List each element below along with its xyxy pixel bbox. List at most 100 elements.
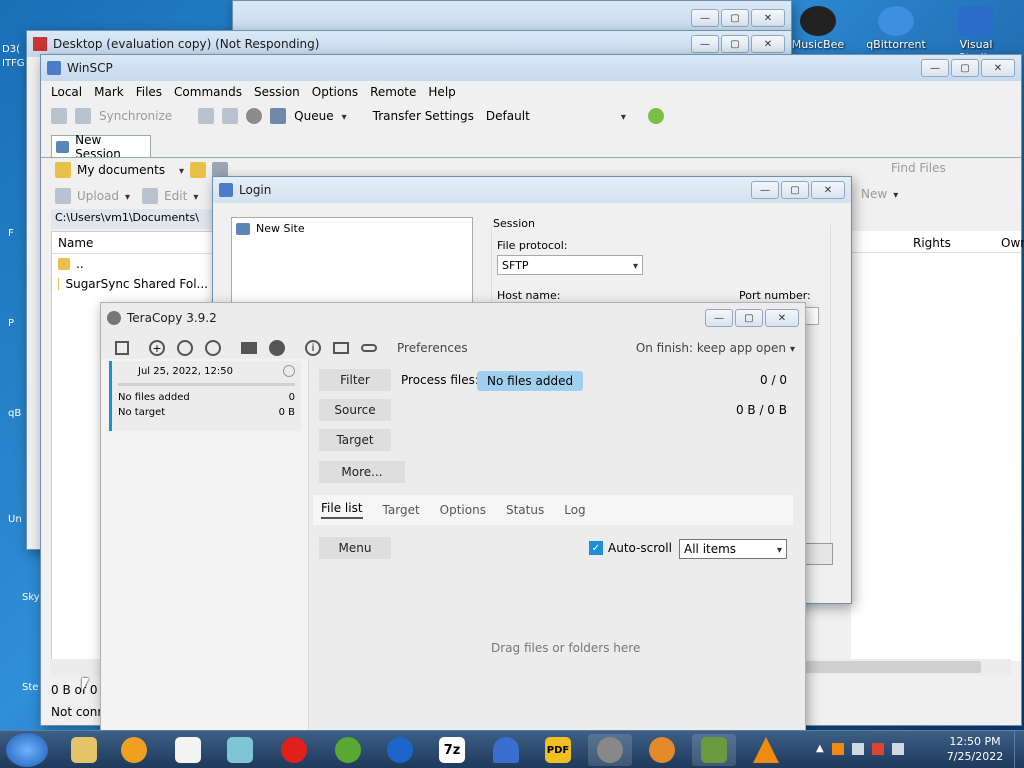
- print-icon[interactable]: [241, 342, 257, 354]
- column-owner-header[interactable]: Own: [1001, 236, 1024, 250]
- minimize-button[interactable]: —: [691, 9, 719, 27]
- globe-icon[interactable]: [647, 108, 664, 124]
- tab-options[interactable]: Options: [440, 503, 486, 517]
- sync-browse-icon[interactable]: [75, 108, 91, 124]
- taskbar-app12[interactable]: [640, 734, 684, 766]
- list-item[interactable]: SugarSync Shared Fol...: [52, 274, 214, 294]
- gear-icon[interactable]: [246, 108, 263, 124]
- compare-icon[interactable]: [51, 108, 67, 124]
- clock[interactable]: 12:50 PM 7/25/2022: [940, 734, 1010, 764]
- menu-help[interactable]: Help: [428, 85, 455, 99]
- close-button[interactable]: ✕: [811, 181, 845, 199]
- desktop-icon-qbittorrent[interactable]: qBittorrent: [864, 6, 928, 51]
- maximize-button[interactable]: ▢: [951, 59, 979, 77]
- local-location[interactable]: My documents: [77, 163, 173, 177]
- card-icon[interactable]: [333, 342, 349, 354]
- auto-scroll-checkbox[interactable]: ✓ Auto-scroll: [589, 541, 672, 555]
- upload-button[interactable]: Upload: [77, 189, 119, 203]
- user-icon[interactable]: [205, 340, 221, 356]
- minimize-button[interactable]: —: [691, 35, 719, 53]
- taskbar-app11[interactable]: [588, 734, 632, 766]
- tab-file-list[interactable]: File list: [321, 501, 363, 519]
- column-rights-header[interactable]: Rights: [913, 236, 951, 250]
- info-icon[interactable]: i: [305, 340, 321, 356]
- taskbar-7zip[interactable]: 7z: [430, 734, 474, 766]
- job-item[interactable]: Jul 25, 2022, 12:50 No files added 0 No …: [109, 361, 301, 431]
- history-icon[interactable]: [177, 340, 193, 356]
- desktop-icon-musicbee[interactable]: MusicBee: [786, 6, 850, 51]
- tab-target[interactable]: Target: [383, 503, 420, 517]
- menu-session[interactable]: Session: [254, 85, 300, 99]
- taskbar-notepad[interactable]: [166, 734, 210, 766]
- synchronize-button[interactable]: Synchronize: [99, 109, 172, 123]
- chevron-down-icon[interactable]: [342, 109, 347, 123]
- chevron-down-icon[interactable]: [125, 189, 130, 203]
- target-button[interactable]: Target: [319, 429, 391, 451]
- session-tab[interactable]: New Session: [51, 133, 151, 161]
- close-button[interactable]: ✕: [765, 309, 799, 327]
- on-finish-select[interactable]: On finish: keep app open: [636, 341, 795, 355]
- preferences-link[interactable]: Preferences: [397, 341, 468, 355]
- items-filter-select[interactable]: All items: [679, 539, 787, 559]
- close-button[interactable]: ✕: [751, 35, 785, 53]
- maximize-button[interactable]: ▢: [721, 35, 749, 53]
- minimize-button[interactable]: —: [705, 309, 733, 327]
- taskbar-explorer[interactable]: [62, 734, 106, 766]
- taskbar-app6[interactable]: [326, 734, 370, 766]
- stop-icon[interactable]: [283, 365, 295, 377]
- filter-button[interactable]: Filter: [319, 369, 391, 391]
- gear-icon[interactable]: [269, 340, 285, 356]
- console-icon[interactable]: [198, 108, 215, 124]
- site-tree[interactable]: New Site: [231, 217, 473, 307]
- chevron-up-icon[interactable]: ▲: [816, 743, 824, 755]
- maximize-button[interactable]: ▢: [781, 181, 809, 199]
- taskbar-app9[interactable]: [484, 734, 528, 766]
- teracopy-window[interactable]: TeraCopy 3.9.2 — ▢ ✕ + i Preferences On …: [100, 302, 806, 732]
- taskbar-opera[interactable]: [272, 734, 316, 766]
- menu-mark[interactable]: Mark: [94, 85, 124, 99]
- menu-options[interactable]: Options: [312, 85, 358, 99]
- more-button[interactable]: More...: [319, 461, 405, 483]
- new-button[interactable]: New: [861, 187, 887, 201]
- minimize-button[interactable]: —: [751, 181, 779, 199]
- taskbar-pdf[interactable]: PDF: [536, 734, 580, 766]
- volume-icon[interactable]: [891, 743, 904, 755]
- minimize-button[interactable]: —: [921, 59, 949, 77]
- taskbar-app7[interactable]: [378, 734, 422, 766]
- open-folder-icon[interactable]: [190, 162, 207, 178]
- taskbar-vlc[interactable]: [744, 734, 788, 766]
- flag-icon[interactable]: [871, 743, 884, 755]
- chevron-down-icon[interactable]: [893, 187, 898, 201]
- tab-log[interactable]: Log: [564, 503, 585, 517]
- find-files-button[interactable]: Find Files: [891, 161, 946, 175]
- taskbar-app13[interactable]: [692, 734, 736, 766]
- menu-local[interactable]: Local: [51, 85, 82, 99]
- list-item[interactable]: ..: [52, 254, 214, 274]
- menu-commands[interactable]: Commands: [174, 85, 242, 99]
- remote-file-list[interactable]: Rights Own: [851, 231, 1024, 661]
- source-button[interactable]: Source: [319, 399, 391, 421]
- close-button[interactable]: ✕: [981, 59, 1015, 77]
- file-protocol-select[interactable]: SFTP: [497, 255, 643, 275]
- menu-button[interactable]: Menu: [319, 537, 391, 559]
- key-icon[interactable]: [361, 344, 377, 352]
- transfer-settings-select[interactable]: Default: [482, 106, 630, 126]
- close-button[interactable]: ✕: [751, 9, 785, 27]
- menu-remote[interactable]: Remote: [370, 85, 416, 99]
- network-icon[interactable]: [851, 743, 864, 755]
- tab-status[interactable]: Status: [506, 503, 544, 517]
- port-spinner[interactable]: [805, 307, 819, 325]
- tree-item-new-site[interactable]: New Site: [236, 222, 468, 235]
- back-window[interactable]: — ▢ ✕: [232, 0, 792, 35]
- maximize-button[interactable]: ▢: [735, 309, 763, 327]
- edit-button[interactable]: Edit: [164, 189, 187, 203]
- putty-icon[interactable]: [222, 108, 239, 124]
- menu-files[interactable]: Files: [136, 85, 162, 99]
- column-name-header[interactable]: Name: [52, 232, 214, 254]
- panel-toggle-icon[interactable]: [115, 341, 129, 355]
- show-desktop-button[interactable]: [1014, 731, 1024, 768]
- queue-button[interactable]: Queue: [294, 109, 333, 123]
- taskbar-media[interactable]: [112, 734, 156, 766]
- taskbar-app4[interactable]: [218, 734, 262, 766]
- add-icon[interactable]: +: [149, 340, 165, 356]
